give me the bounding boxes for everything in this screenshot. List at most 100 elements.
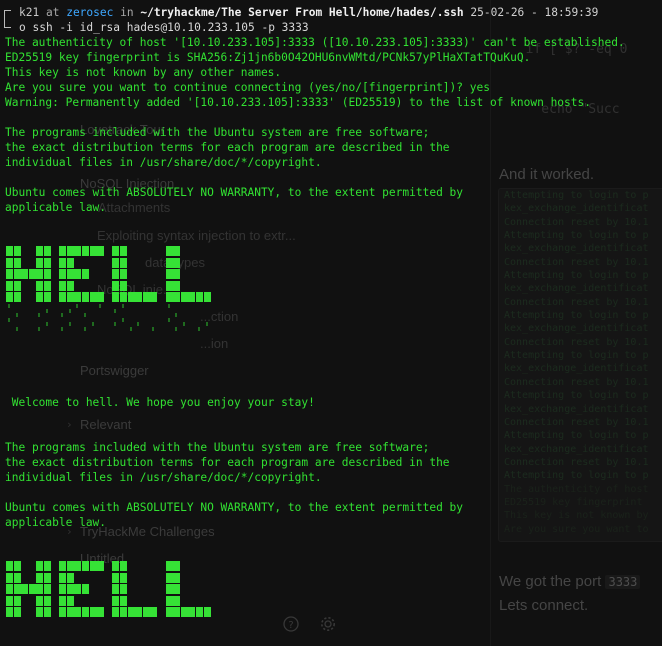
banner-shadow [182, 322, 185, 326]
terminal-output-line: the exact distribution terms for each pr… [5, 141, 450, 154]
banner-block [6, 246, 13, 257]
banner-block [66, 292, 74, 303]
terminal-window[interactable]: k21 at zerosec in ~/tryhackme/The Server… [0, 0, 662, 646]
terminal-output-line: The programs included with the Ubuntu sy… [5, 441, 430, 454]
banner-block [142, 292, 150, 303]
banner-shadow [122, 304, 124, 308]
banner-block [74, 607, 82, 618]
banner-block [165, 269, 173, 280]
banner-block [44, 246, 51, 257]
terminal-prompt: k21 at zerosec in ~/tryhackme/The Server… [19, 5, 598, 20]
banner-block [13, 584, 21, 595]
banner-block [36, 280, 44, 291]
banner-block [6, 280, 13, 291]
banner-block [173, 572, 181, 583]
banner-block [59, 595, 67, 606]
banner-block [112, 607, 120, 618]
banner-block [188, 292, 196, 303]
banner-block [36, 292, 44, 303]
banner-block [6, 584, 13, 595]
banner-block [36, 572, 44, 583]
banner-block [173, 269, 181, 280]
banner-block [74, 269, 82, 280]
terminal-output-line: Warning: Permanently added '[10.10.233.1… [5, 96, 591, 109]
banner-block [21, 269, 29, 280]
banner-block [127, 292, 135, 303]
banner-block [173, 595, 181, 606]
prompt-path: ~/tryhackme/The Server From Hell/home/ha… [140, 6, 464, 19]
banner-block [66, 595, 74, 606]
banner-block [173, 257, 181, 268]
banner-shadow [68, 308, 71, 313]
banner-shadow [114, 308, 117, 313]
banner-block [165, 257, 173, 268]
banner-block [165, 584, 173, 595]
banner-shadow [122, 317, 124, 322]
banner-block [97, 561, 105, 572]
terminal-output-line: the exact distribution terms for each pr… [5, 456, 450, 469]
welcome-message: Welcome to hell. We hope you enjoy your … [5, 396, 315, 409]
banner-block [112, 561, 120, 572]
banner-shadow [175, 313, 178, 317]
banner-block [13, 269, 21, 280]
banner-block [165, 246, 173, 257]
banner-block [112, 280, 120, 291]
banner-block [120, 257, 127, 268]
banner-shadow [61, 326, 64, 331]
terminal-output-line: Ubuntu comes with ABSOLUTELY NO WARRANTY… [5, 501, 464, 514]
banner-block [66, 584, 74, 595]
banner-block [13, 246, 21, 257]
banner-block [13, 280, 21, 291]
banner-block [97, 607, 105, 618]
banner-block [196, 292, 203, 303]
banner-block [59, 292, 67, 303]
banner-block [44, 561, 51, 572]
prompt-datetime: 25-02-26 - 18:59:39 [470, 6, 599, 19]
banner-block [203, 292, 211, 303]
banner-block [112, 246, 120, 257]
banner-block [13, 257, 21, 268]
banner-block [120, 595, 127, 606]
banner-block [44, 607, 51, 618]
banner-block [196, 607, 203, 618]
banner-block [36, 607, 44, 618]
banner-block [13, 572, 21, 583]
banner-block [120, 584, 127, 595]
banner-shadow [137, 322, 140, 326]
banner-block [36, 595, 44, 606]
banner-block [135, 292, 143, 303]
banner-block [165, 607, 173, 618]
banner-block [203, 607, 211, 618]
banner-block [59, 584, 67, 595]
banner-block [165, 292, 173, 303]
banner-shadow [38, 326, 41, 331]
banner-block [36, 561, 44, 572]
banner-block [6, 607, 13, 618]
banner-block [66, 572, 74, 583]
banner-block [112, 584, 120, 595]
banner-block [74, 561, 82, 572]
banner-block [66, 257, 74, 268]
banner-block [112, 269, 120, 280]
banner-block [120, 607, 127, 618]
banner-block [13, 292, 21, 303]
banner-shadow [167, 304, 170, 308]
banner-block [89, 246, 97, 257]
terminal-output-line: Are you sure you want to continue connec… [5, 81, 490, 94]
prompt-in: in [120, 6, 134, 19]
banner-block [120, 280, 127, 291]
banner-block [74, 292, 82, 303]
banner-block [142, 607, 150, 618]
banner-block [74, 246, 82, 257]
banner-block [28, 584, 36, 595]
banner-block [44, 572, 51, 583]
banner-shadow [129, 326, 132, 331]
banner-block [173, 607, 181, 618]
banner-block [165, 572, 173, 583]
banner-shadow [175, 326, 178, 331]
banner-block [28, 269, 36, 280]
terminal-output-line: Ubuntu comes with ABSOLUTELY NO WARRANTY… [5, 186, 464, 199]
banner-shadow [15, 326, 18, 331]
banner-block [59, 257, 67, 268]
banner-block [6, 572, 13, 583]
